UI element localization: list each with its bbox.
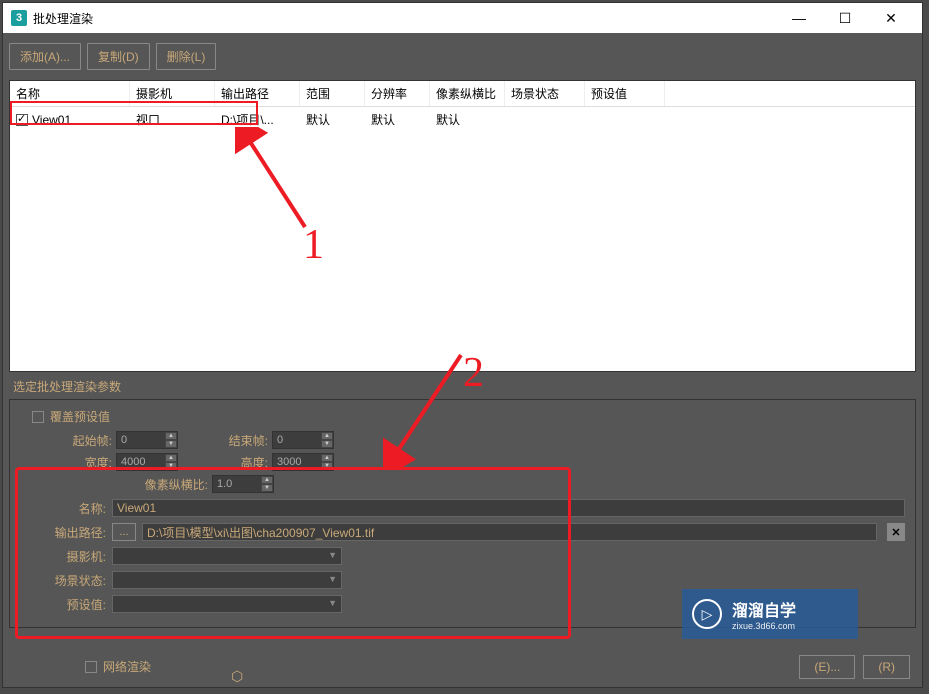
net-render-checkbox[interactable] (85, 661, 97, 673)
end-frame-input[interactable]: ▲▼ (272, 431, 334, 449)
camera-dropdown[interactable] (112, 547, 342, 565)
watermark-url: zixue.3d66.com (732, 621, 796, 631)
col-scene[interactable]: 场景状态 (505, 81, 585, 106)
override-preset-label: 覆盖预设值 (50, 408, 110, 425)
col-pixel[interactable]: 像素纵横比 (430, 81, 505, 106)
output-path-label: 输出路径: (20, 524, 106, 541)
preset-label: 预设值: (20, 596, 106, 613)
output-path-input[interactable] (142, 523, 877, 541)
window-title: 批处理渲染 (33, 10, 93, 27)
row-name: View01 (32, 113, 71, 127)
pixel-ratio-input[interactable]: ▲▼ (212, 475, 274, 493)
row-camera: 视口 (130, 109, 215, 130)
section-title: 选定批处理渲染参数 (9, 378, 916, 395)
app-icon: 3 (11, 10, 27, 26)
net-render-label: 网络渲染 (103, 658, 151, 675)
height-label: 高度: (208, 454, 268, 471)
scene-state-dropdown[interactable] (112, 571, 342, 589)
width-label: 宽度: (32, 454, 112, 471)
camera-label: 摄影机: (20, 548, 106, 565)
row-checkbox[interactable] (16, 114, 28, 126)
col-res[interactable]: 分辨率 (365, 81, 430, 106)
add-button[interactable]: 添加(A)... (9, 43, 81, 70)
watermark-title: 溜溜自学 (732, 597, 796, 621)
row-pixel: 默认 (430, 109, 505, 130)
toolbar: 添加(A)... 复制(D) 删除(L) (3, 33, 922, 80)
row-res: 默认 (365, 109, 430, 130)
close-button[interactable]: ✕ (868, 3, 914, 33)
end-frame-label: 结束帧: (208, 432, 268, 449)
clear-path-button[interactable]: ✕ (887, 523, 905, 541)
cube-icon: ⬡ (231, 668, 243, 685)
col-preset[interactable]: 预设值 (585, 81, 665, 106)
start-frame-input[interactable]: ▲▼ (116, 431, 178, 449)
row-output: D:\项目\... (215, 109, 300, 130)
play-icon: ▷ (692, 599, 722, 629)
render-list: 名称 摄影机 输出路径 范围 分辨率 像素纵横比 场景状态 预设值 View01… (9, 80, 916, 372)
row-range: 默认 (300, 109, 365, 130)
col-name[interactable]: 名称 (10, 81, 130, 106)
width-input[interactable]: ▲▼ (116, 453, 178, 471)
watermark: ▷ 溜溜自学 zixue.3d66.com (682, 589, 858, 639)
scene-state-label: 场景状态: (20, 572, 106, 589)
name-label: 名称: (20, 500, 106, 517)
name-input[interactable] (112, 499, 905, 517)
height-input[interactable]: ▲▼ (272, 453, 334, 471)
maximize-button[interactable]: ☐ (822, 3, 868, 33)
table-header: 名称 摄影机 输出路径 范围 分辨率 像素纵横比 场景状态 预设值 (10, 81, 915, 107)
browse-button[interactable]: ... (112, 523, 136, 541)
col-output[interactable]: 输出路径 (215, 81, 300, 106)
copy-button[interactable]: 复制(D) (87, 43, 150, 70)
export-button[interactable]: (E)... (799, 655, 855, 679)
start-frame-label: 起始帧: (32, 432, 112, 449)
title-bar: 3 批处理渲染 — ☐ ✕ (3, 3, 922, 33)
col-camera[interactable]: 摄影机 (130, 81, 215, 106)
table-row[interactable]: View01 视口 D:\项目\... 默认 默认 默认 (10, 107, 915, 132)
delete-button[interactable]: 删除(L) (156, 43, 217, 70)
render-button[interactable]: (R) (863, 655, 910, 679)
minimize-button[interactable]: — (776, 3, 822, 33)
override-preset-checkbox[interactable] (32, 411, 44, 423)
pixel-ratio-label: 像素纵横比: (128, 476, 208, 493)
net-render-row: 网络渲染 (85, 658, 151, 675)
col-range[interactable]: 范围 (300, 81, 365, 106)
preset-dropdown[interactable] (112, 595, 342, 613)
